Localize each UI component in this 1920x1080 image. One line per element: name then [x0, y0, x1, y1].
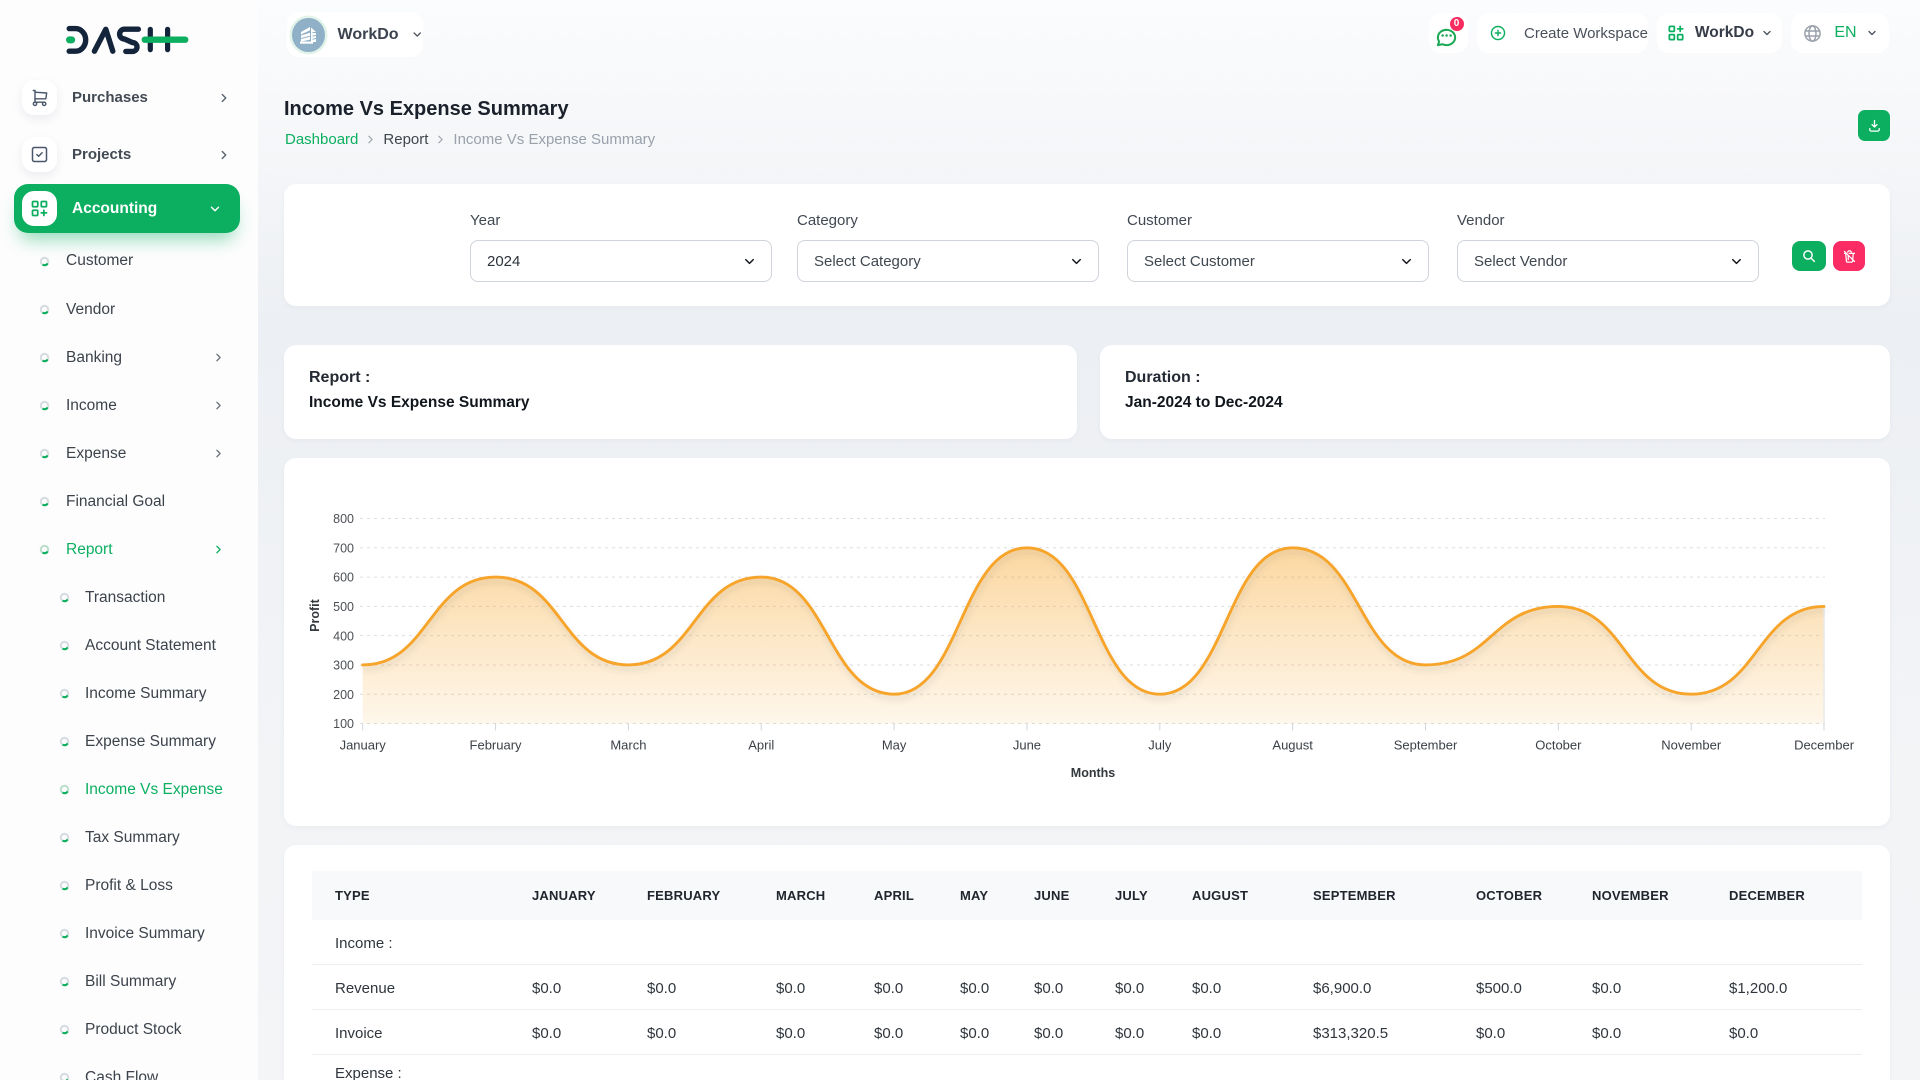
- svg-text:December: December: [1794, 738, 1855, 753]
- svg-text:October: October: [1535, 738, 1582, 753]
- svg-text:200: 200: [333, 688, 354, 702]
- svg-text:400: 400: [333, 629, 354, 643]
- svg-text:Months: Months: [1071, 766, 1115, 780]
- svg-text:May: May: [882, 738, 907, 753]
- svg-text:700: 700: [333, 541, 354, 555]
- svg-text:300: 300: [333, 659, 354, 673]
- svg-text:800: 800: [333, 512, 354, 526]
- svg-text:June: June: [1013, 738, 1041, 753]
- svg-text:600: 600: [333, 571, 354, 585]
- svg-text:March: March: [610, 738, 646, 753]
- svg-text:August: August: [1272, 738, 1313, 753]
- svg-text:January: January: [340, 738, 387, 753]
- svg-text:500: 500: [333, 600, 354, 614]
- svg-text:September: September: [1394, 738, 1458, 753]
- svg-text:February: February: [470, 738, 523, 753]
- svg-text:July: July: [1148, 738, 1172, 753]
- svg-text:100: 100: [333, 717, 354, 731]
- svg-text:Profit: Profit: [308, 598, 322, 631]
- svg-text:April: April: [748, 738, 774, 753]
- svg-text:November: November: [1661, 738, 1722, 753]
